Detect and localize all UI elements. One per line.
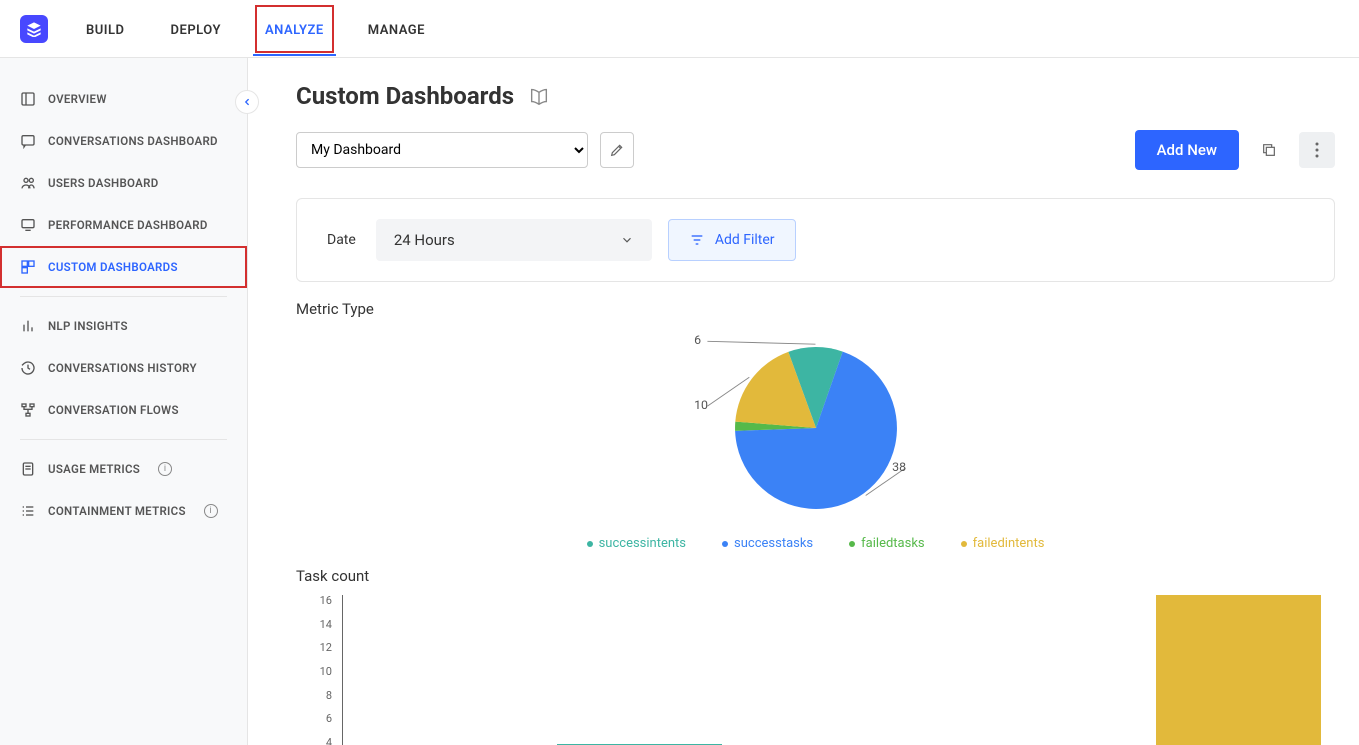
chevron-left-icon xyxy=(242,97,252,107)
users-icon xyxy=(20,175,36,191)
bar[interactable] xyxy=(1156,595,1321,745)
date-range-select[interactable]: 24 Hours xyxy=(376,219,652,261)
legend-dot xyxy=(961,541,967,547)
y-tick: 4 xyxy=(326,737,332,745)
legend-item-failedtasks[interactable]: failedtasks xyxy=(849,536,924,551)
sidebar-item-overview[interactable]: OVERVIEW xyxy=(0,78,247,120)
info-icon[interactable]: i xyxy=(204,504,218,518)
main-content: Custom Dashboards My Dashboard Add New D… xyxy=(248,58,1359,745)
nav-deploy[interactable]: DEPLOY xyxy=(163,3,229,55)
monitor-icon xyxy=(20,217,36,233)
bar-chart: 0246810121416 faqolog xyxy=(296,595,1335,745)
filter-icon xyxy=(689,232,705,248)
bar-plot: faq olog xyxy=(342,595,1335,745)
sidebar-item-usage-metrics[interactable]: USAGE METRICS i xyxy=(0,448,247,490)
pie-legend: successintents successtasks failedtasks fai… xyxy=(587,536,1045,551)
more-button[interactable] xyxy=(1299,132,1335,168)
widget-title-task-count: Task count xyxy=(296,567,1335,585)
legend-dot xyxy=(849,541,855,547)
sidebar-item-label: NLP INSIGHTS xyxy=(48,319,128,333)
nav-analyze[interactable]: ANALYZE xyxy=(253,3,336,55)
sidebar-item-label: USERS DASHBOARD xyxy=(48,176,159,190)
sidebar-item-label: CONVERSATION FLOWS xyxy=(48,403,179,417)
copy-button[interactable] xyxy=(1251,132,1287,168)
widget-icon xyxy=(20,259,36,275)
y-tick: 8 xyxy=(326,690,332,701)
bar-slot: faq xyxy=(343,595,537,745)
sidebar-collapse-button[interactable] xyxy=(235,90,259,114)
pencil-icon xyxy=(609,142,625,158)
add-filter-label: Add Filter xyxy=(715,232,775,248)
nav-build[interactable]: BUILD xyxy=(78,3,133,55)
legend-dot xyxy=(722,541,728,547)
bar-y-axis: 0246810121416 xyxy=(296,595,338,745)
legend-label: failedintents xyxy=(973,536,1045,551)
widget-title-metric-type: Metric Type xyxy=(296,300,1335,318)
sidebar-item-conversations-dashboard[interactable]: CONVERSATIONS DASHBOARD xyxy=(0,120,247,162)
dashboard-select[interactable]: My Dashboard xyxy=(296,132,588,168)
chevron-down-icon xyxy=(620,233,634,247)
toolbar: My Dashboard Add New xyxy=(296,130,1335,170)
sidebar-divider xyxy=(20,296,227,297)
filter-bar: Date 24 Hours Add Filter xyxy=(296,198,1335,282)
sidebar-item-label: OVERVIEW xyxy=(48,92,107,106)
pie-chart: 6 38 10 successintents successtasks failedta… xyxy=(431,328,1201,551)
doc-icon xyxy=(20,461,36,477)
pie-label: 10 xyxy=(694,399,708,413)
add-filter-button[interactable]: Add Filter xyxy=(668,219,796,261)
legend-item-successintents[interactable]: successintents xyxy=(587,536,686,551)
sidebar-item-label: CONVERSATIONS DASHBOARD xyxy=(48,134,218,148)
sidebar-item-label: PERFORMANCE DASHBOARD xyxy=(48,218,208,232)
panel-icon xyxy=(20,91,36,107)
sidebar-item-performance-dashboard[interactable]: PERFORMANCE DASHBOARD xyxy=(0,204,247,246)
list-icon xyxy=(20,503,36,519)
top-nav: BUILD DEPLOY ANALYZE MANAGE xyxy=(0,0,1359,58)
sidebar-item-nlp-insights[interactable]: NLP INSIGHTS xyxy=(0,305,247,347)
legend-item-failedintents[interactable]: failedintents xyxy=(961,536,1045,551)
sidebar-item-conversations-history[interactable]: CONVERSATIONS HISTORY xyxy=(0,347,247,389)
edit-button[interactable] xyxy=(600,132,634,168)
bars-icon xyxy=(20,318,36,334)
history-icon xyxy=(20,360,36,376)
sidebar-item-containment-metrics[interactable]: CONTAINMENT METRICS i xyxy=(0,490,247,532)
bar-slot xyxy=(543,595,737,745)
y-tick: 6 xyxy=(326,713,332,724)
book-icon xyxy=(528,85,550,107)
bar-slot: olog xyxy=(1141,595,1335,745)
legend-item-successtasks[interactable]: successtasks xyxy=(722,536,813,551)
bar-slot xyxy=(742,595,936,745)
sidebar-item-conversation-flows[interactable]: CONVERSATION FLOWS xyxy=(0,389,247,431)
pie-label: 38 xyxy=(892,461,906,475)
sidebar-item-label: CONTAINMENT METRICS xyxy=(48,504,186,518)
sidebar-item-users-dashboard[interactable]: USERS DASHBOARD xyxy=(0,162,247,204)
sidebar-divider xyxy=(20,439,227,440)
date-label: Date xyxy=(327,232,356,248)
y-tick: 14 xyxy=(320,619,332,630)
legend-label: failedtasks xyxy=(861,536,924,551)
kebab-icon xyxy=(1315,142,1319,158)
info-icon[interactable]: i xyxy=(158,462,172,476)
bar-slot xyxy=(942,595,1136,745)
add-new-button[interactable]: Add New xyxy=(1135,130,1239,170)
sidebar-item-label: USAGE METRICS xyxy=(48,462,140,476)
sidebar-item-label: CUSTOM DASHBOARDS xyxy=(48,260,178,274)
date-range-value: 24 Hours xyxy=(394,231,455,249)
pie-label: 6 xyxy=(694,334,701,348)
sidebar-item-label: CONVERSATIONS HISTORY xyxy=(48,361,197,375)
legend-dot xyxy=(587,541,593,547)
y-tick: 16 xyxy=(320,595,332,606)
flow-icon xyxy=(20,402,36,418)
sidebar-item-custom-dashboards[interactable]: CUSTOM DASHBOARDS xyxy=(0,246,247,288)
page-title: Custom Dashboards xyxy=(296,82,514,110)
legend-label: successtasks xyxy=(734,536,813,551)
y-tick: 12 xyxy=(320,642,332,653)
app-logo[interactable] xyxy=(20,15,48,43)
nav-manage[interactable]: MANAGE xyxy=(360,3,433,55)
y-tick: 10 xyxy=(320,666,332,677)
legend-label: successintents xyxy=(599,536,686,551)
sidebar: OVERVIEW CONVERSATIONS DASHBOARD USERS D… xyxy=(0,58,248,745)
copy-icon xyxy=(1261,142,1277,158)
chat-icon xyxy=(20,133,36,149)
